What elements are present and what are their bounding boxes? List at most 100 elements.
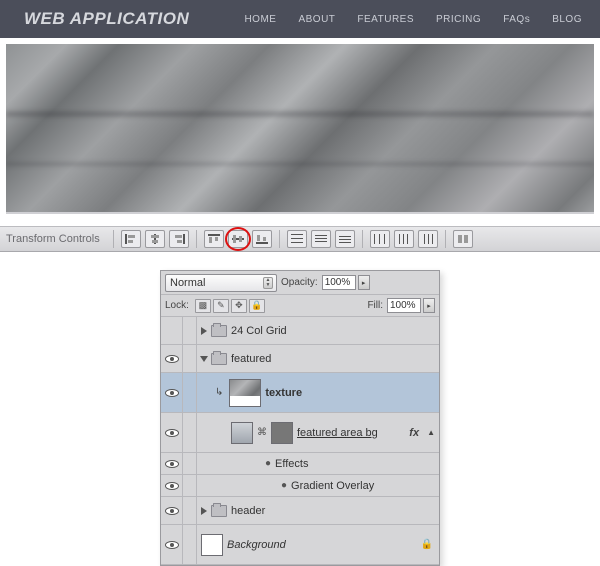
visibility-toggle[interactable] [161, 497, 183, 524]
hero-texture-area [6, 44, 594, 214]
eye-icon [165, 429, 179, 437]
layer-featured-area-bg[interactable]: ⌘ featured area bg fx ▲ [161, 413, 439, 453]
fill-label: Fill: [367, 300, 383, 311]
separator [279, 230, 280, 248]
layer-effects[interactable]: ● Effects [161, 453, 439, 475]
layer-label: header [231, 505, 265, 517]
fx-badge[interactable]: fx [409, 427, 419, 439]
separator [445, 230, 446, 248]
distribute-hcenter-icon[interactable] [394, 230, 414, 248]
disclosure-triangle-icon[interactable] [201, 507, 207, 515]
distribute-bottom-icon[interactable] [335, 230, 355, 248]
disclosure-triangle-icon[interactable] [201, 327, 207, 335]
eye-icon [165, 355, 179, 363]
eye-icon [165, 507, 179, 515]
link-col [183, 475, 197, 496]
layer-thumbnail[interactable] [229, 379, 261, 407]
eye-icon [165, 460, 179, 468]
lock-all-icon[interactable]: 🔒 [249, 299, 265, 313]
lock-icon: 🔒 [421, 539, 433, 550]
opacity-flyout-icon[interactable]: ▸ [358, 275, 370, 290]
distribute-left-icon[interactable] [370, 230, 390, 248]
visibility-toggle[interactable] [161, 475, 183, 496]
link-col [183, 453, 197, 474]
auto-align-icon[interactable] [453, 230, 473, 248]
options-bar: Transform Controls [0, 226, 600, 252]
layer-24-col-grid[interactable]: 24 Col Grid [161, 317, 439, 345]
visibility-toggle[interactable] [161, 453, 183, 474]
vector-mask-thumbnail[interactable] [231, 422, 253, 444]
fill-input[interactable]: 100% [387, 298, 421, 313]
lock-label: Lock: [165, 300, 189, 311]
layer-label: Effects [275, 458, 308, 470]
lock-transparency-icon[interactable]: ▩ [195, 299, 211, 313]
blend-mode-value: Normal [170, 277, 205, 289]
folder-icon [211, 325, 227, 337]
align-horizontal-centers-icon[interactable] [145, 230, 165, 248]
eye-icon [165, 541, 179, 549]
layers-panel-header: Normal Opacity: 100% ▸ [161, 271, 439, 295]
distribute-top-icon[interactable] [287, 230, 307, 248]
folder-icon [211, 353, 227, 365]
visibility-toggle[interactable] [161, 373, 183, 412]
nav-faqs[interactable]: FAQs [503, 14, 530, 25]
site-header: WEB APPLICATION HOME ABOUT FEATURES PRIC… [0, 0, 600, 38]
eye-icon [165, 389, 179, 397]
opacity-input[interactable]: 100% [322, 275, 356, 290]
fill-flyout-icon[interactable]: ▸ [423, 298, 435, 313]
layer-label: Background [227, 539, 286, 551]
layer-background[interactable]: Background 🔒 [161, 525, 439, 565]
lock-pixels-icon[interactable]: ✎ [213, 299, 229, 313]
site-title: WEB APPLICATION [24, 9, 189, 29]
separator [196, 230, 197, 248]
distribute-vcenter-icon[interactable] [311, 230, 331, 248]
link-col [183, 373, 197, 412]
nav-features[interactable]: FEATURES [357, 14, 414, 25]
nav-pricing[interactable]: PRICING [436, 14, 481, 25]
layer-thumbnail[interactable] [271, 422, 293, 444]
effects-icon: ● [265, 458, 271, 469]
disclosure-triangle-icon[interactable] [200, 356, 208, 362]
align-vertical-centers-icon[interactable] [228, 230, 248, 248]
dropdown-arrows-icon [263, 277, 273, 289]
visibility-toggle[interactable] [161, 525, 183, 564]
effect-item-icon: ● [281, 480, 287, 491]
layer-label: texture [265, 387, 302, 399]
visibility-toggle[interactable] [161, 317, 183, 344]
align-left-edges-icon[interactable] [121, 230, 141, 248]
separator [113, 230, 114, 248]
nav-home[interactable]: HOME [244, 14, 276, 25]
eye-icon [165, 482, 179, 490]
separator [362, 230, 363, 248]
layer-texture[interactable]: ↳ texture [161, 373, 439, 413]
align-bottom-edges-icon[interactable] [252, 230, 272, 248]
align-top-edges-icon[interactable] [204, 230, 224, 248]
link-col [183, 413, 197, 452]
nav-about[interactable]: ABOUT [298, 14, 335, 25]
visibility-toggle[interactable] [161, 413, 183, 452]
distribute-right-icon[interactable] [418, 230, 438, 248]
layer-label: featured [231, 353, 271, 365]
clipping-mask-arrow-icon: ↳ [215, 387, 223, 398]
visibility-toggle[interactable] [161, 345, 183, 372]
site-nav: HOME ABOUT FEATURES PRICING FAQs BLOG [244, 14, 582, 25]
align-right-edges-icon[interactable] [169, 230, 189, 248]
link-col [183, 317, 197, 344]
lock-position-icon[interactable]: ✥ [231, 299, 247, 313]
layer-header-group[interactable]: header [161, 497, 439, 525]
layer-featured-group[interactable]: featured [161, 345, 439, 373]
nav-blog[interactable]: BLOG [552, 14, 582, 25]
layer-thumbnail[interactable] [201, 534, 223, 556]
layer-gradient-overlay[interactable]: ● Gradient Overlay [161, 475, 439, 497]
mask-link-icon[interactable]: ⌘ [257, 427, 267, 438]
transform-controls-label: Transform Controls [6, 233, 100, 245]
blend-mode-dropdown[interactable]: Normal [165, 274, 277, 292]
link-col [183, 525, 197, 564]
fx-disclosure-icon[interactable]: ▲ [427, 428, 435, 437]
layer-label: 24 Col Grid [231, 325, 287, 337]
layer-label: Gradient Overlay [291, 480, 374, 492]
link-col [183, 345, 197, 372]
layers-list: 24 Col Grid featured ↳ texture [161, 317, 439, 565]
layers-panel: Normal Opacity: 100% ▸ Lock: ▩ ✎ ✥ 🔒 Fil… [160, 270, 440, 566]
link-col [183, 497, 197, 524]
